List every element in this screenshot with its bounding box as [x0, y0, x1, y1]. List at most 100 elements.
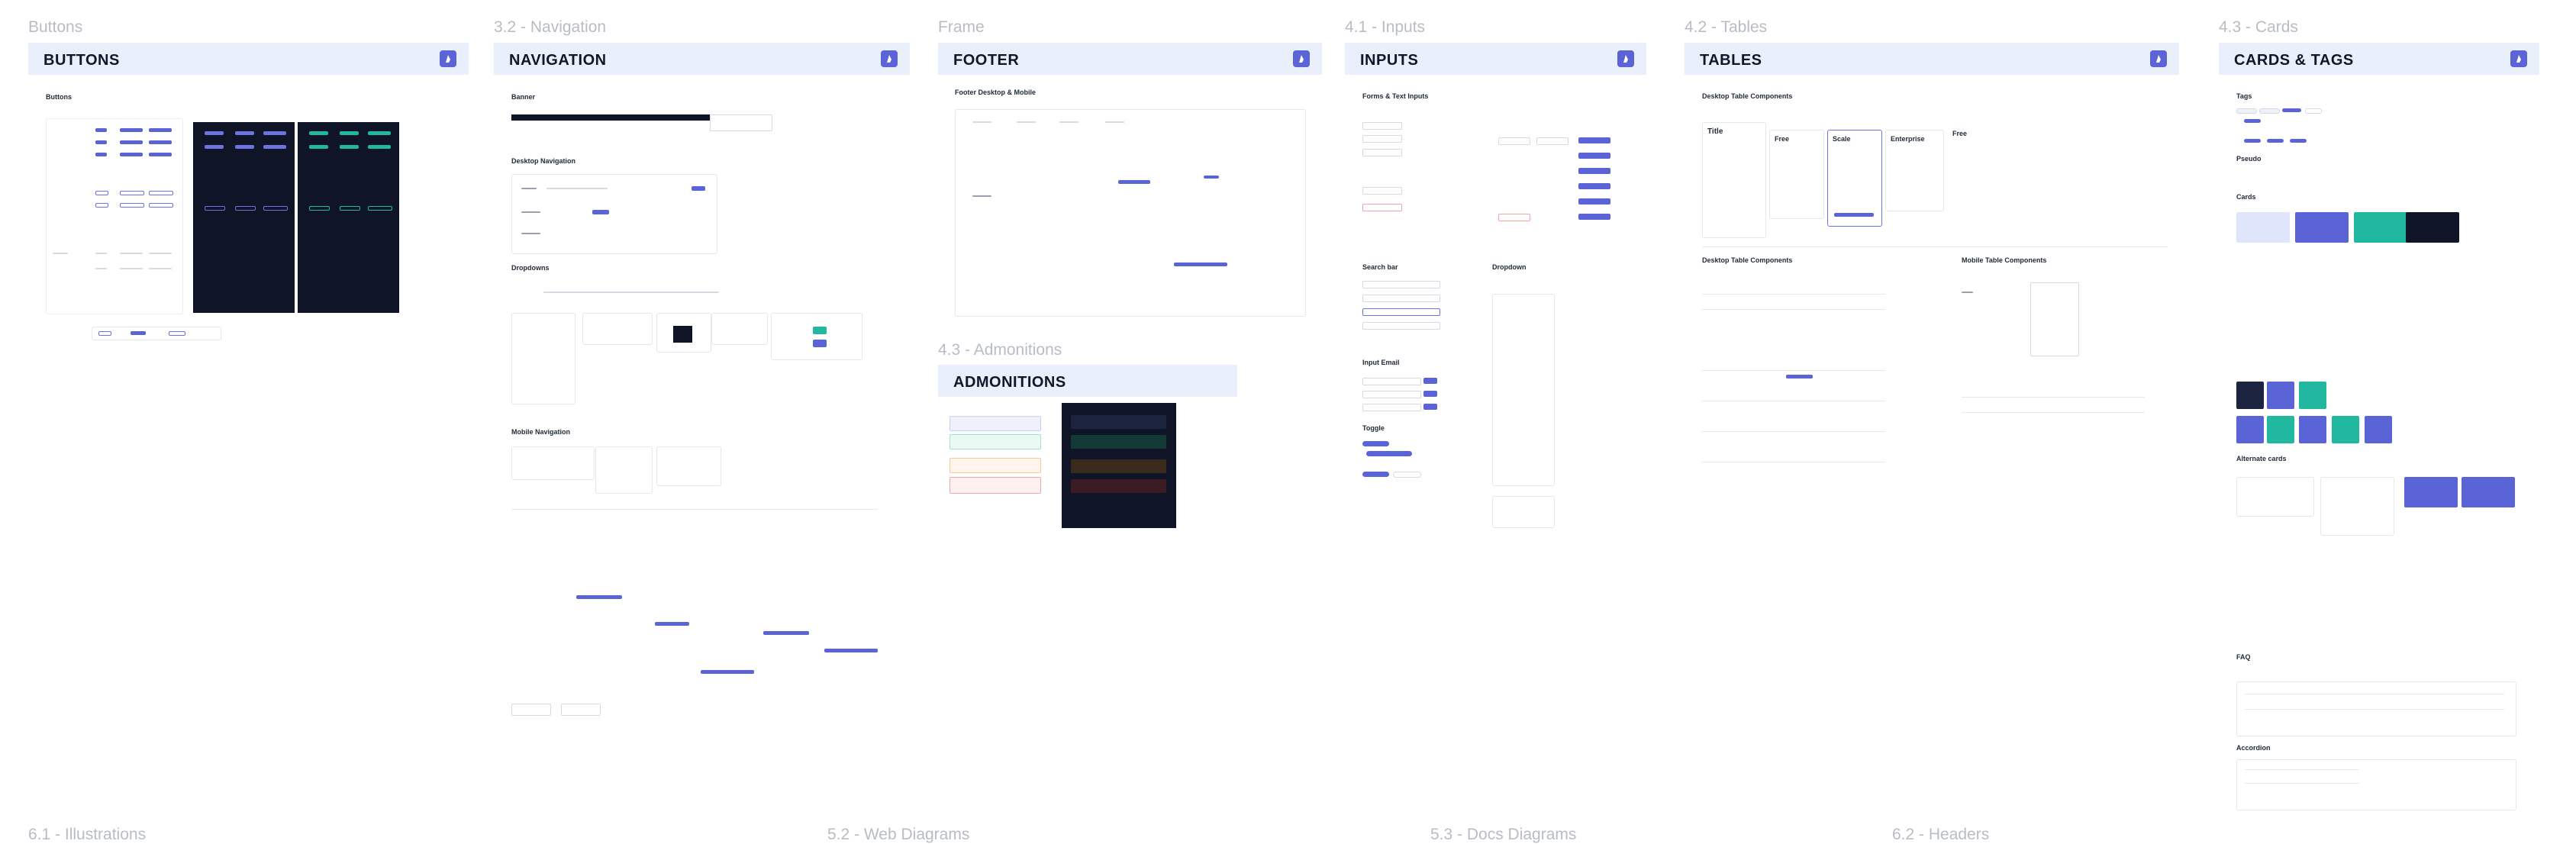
dropdown-preview-small — [1492, 496, 1555, 528]
section-title-alternate-cards: Alternate cards — [2236, 455, 2287, 462]
brand-logo-icon — [440, 50, 456, 67]
header-title: BUTTONS — [44, 52, 120, 69]
alternate-card-image-1 — [2404, 477, 2458, 507]
header-title: CARDS & TAGS — [2234, 52, 2354, 69]
button-group-row — [92, 327, 221, 340]
buttons-dark-panel — [193, 122, 295, 313]
cards-header: CARDS & TAGS — [2219, 43, 2539, 75]
section-title-desktop-table: Desktop Table Components — [1702, 256, 1793, 264]
buttons-teal-panel — [298, 122, 399, 313]
desktop-table-preview — [1702, 279, 1916, 507]
card-thumb-8 — [2365, 416, 2392, 443]
tables-header: TABLES — [1685, 43, 2179, 75]
alternate-card-2 — [2320, 477, 2394, 536]
buttons-header: BUTTONS — [28, 43, 469, 75]
admonitions-dark — [1062, 403, 1176, 528]
navigation-header: NAVIGATION — [494, 43, 910, 75]
pricing-free-col: Free — [1769, 130, 1824, 219]
section-title-search: Search bar — [1362, 263, 1398, 271]
section-title-email: Input Email — [1362, 359, 1400, 366]
frame-label-buttons: Buttons — [28, 18, 83, 36]
search-bars — [1362, 281, 1446, 350]
dropdowns-preview — [511, 282, 908, 404]
card-image-4 — [2406, 212, 2459, 243]
section-title-toggle: Toggle — [1362, 424, 1385, 432]
admonitions-header: ADMONITIONS — [938, 365, 1237, 397]
section-title-faq: FAQ — [2236, 653, 2251, 661]
section-title-desktop-navigation: Desktop Navigation — [511, 157, 576, 165]
frame-label-tables: 4.2 - Tables — [1685, 18, 1768, 36]
card-thumb-5 — [2267, 416, 2294, 443]
pricing-title-col: Title — [1702, 122, 1766, 238]
buttons-light-panel — [46, 118, 183, 314]
alternate-card-image-2 — [2462, 477, 2515, 507]
card-image-1 — [2236, 212, 2290, 243]
header-title: TABLES — [1700, 52, 1762, 69]
banner-bar — [511, 114, 710, 121]
pricing-free: Free — [1775, 135, 1790, 143]
section-title-cards: Cards — [2236, 193, 2256, 201]
pricing-scale: Scale — [1833, 135, 1851, 143]
footer-preview — [955, 109, 1306, 317]
banner-mobile — [710, 114, 772, 131]
header-title: FOOTER — [953, 52, 1020, 69]
frame-label-web-diagrams: 5.2 - Web Diagrams — [827, 826, 970, 843]
pricing-scale-col: Scale — [1827, 130, 1882, 227]
card-thumb-3 — [2299, 382, 2326, 409]
frame-label-headers: 6.2 - Headers — [1892, 826, 1990, 843]
card-thumb-6 — [2299, 416, 2326, 443]
frame-label-footer: Frame — [938, 18, 985, 36]
frame-label-navigation: 3.2 - Navigation — [494, 18, 607, 36]
section-title-forms: Forms & Text Inputs — [1362, 92, 1429, 100]
brand-logo-icon — [881, 50, 898, 67]
pricing-enterprise-col: Enterprise — [1885, 130, 1944, 211]
frame-label-admonitions: 4.3 - Admonitions — [938, 341, 1062, 359]
frame-label-inputs: 4.1 - Inputs — [1345, 18, 1426, 36]
section-title-dropdowns: Dropdowns — [511, 264, 550, 272]
section-title-pseudo: Pseudo — [2236, 155, 2262, 163]
email-inputs — [1362, 378, 1446, 416]
mobile-table-preview — [1962, 282, 2175, 534]
section-title-mobile-navigation: Mobile Navigation — [511, 428, 571, 436]
header-title: ADMONITIONS — [953, 374, 1066, 391]
pricing-free-mobile: Free — [1952, 130, 1968, 137]
faq-preview — [2236, 681, 2516, 736]
inputs-header: INPUTS — [1345, 43, 1646, 75]
card-thumb-7 — [2332, 416, 2359, 443]
pricing-enterprise: Enterprise — [1891, 135, 1925, 143]
card-image-2 — [2295, 212, 2349, 243]
mobile-search-box[interactable] — [511, 704, 551, 716]
section-title-accordion: Accordion — [2236, 744, 2271, 752]
brand-logo-icon — [2150, 50, 2167, 67]
frame-label-docs-diagrams: 5.3 - Docs Diagrams — [1430, 826, 1577, 843]
section-title-tags: Tags — [2236, 92, 2252, 100]
tables-divider — [1702, 246, 2168, 247]
frame-label-cards: 4.3 - Cards — [2219, 18, 2298, 36]
section-title-banner: Banner — [511, 93, 536, 101]
section-title-desktop-pricing: Desktop Table Components — [1702, 92, 1793, 100]
footer-header: FOOTER — [938, 43, 1322, 75]
section-title-footer: Footer Desktop & Mobile — [955, 89, 1037, 96]
brand-logo-icon — [1617, 50, 1634, 67]
admonitions-light — [949, 416, 1041, 494]
brand-logo-icon — [1293, 50, 1310, 67]
mobile-nav-preview — [511, 446, 908, 674]
toggles — [1362, 441, 1446, 479]
brand-logo-icon — [2510, 50, 2527, 67]
mobile-search-box-active[interactable] — [561, 704, 601, 716]
accordion-preview — [2236, 759, 2516, 810]
desktop-nav-preview — [511, 174, 717, 254]
alternate-card-1 — [2236, 477, 2314, 517]
header-title: INPUTS — [1360, 52, 1419, 69]
dropdown-preview — [1492, 294, 1555, 486]
card-image-3 — [2354, 212, 2407, 243]
card-thumb-4 — [2236, 416, 2264, 443]
card-thumb-1 — [2236, 382, 2264, 409]
section-title-dropdown: Dropdown — [1492, 263, 1527, 271]
section-title-buttons: Buttons — [46, 93, 72, 101]
frame-label-illustrations: 6.1 - Illustrations — [28, 826, 147, 843]
card-thumb-2 — [2267, 382, 2294, 409]
forms-preview — [1362, 111, 1614, 240]
section-title-mobile-table: Mobile Table Components — [1962, 256, 2047, 264]
header-title: NAVIGATION — [509, 52, 607, 69]
